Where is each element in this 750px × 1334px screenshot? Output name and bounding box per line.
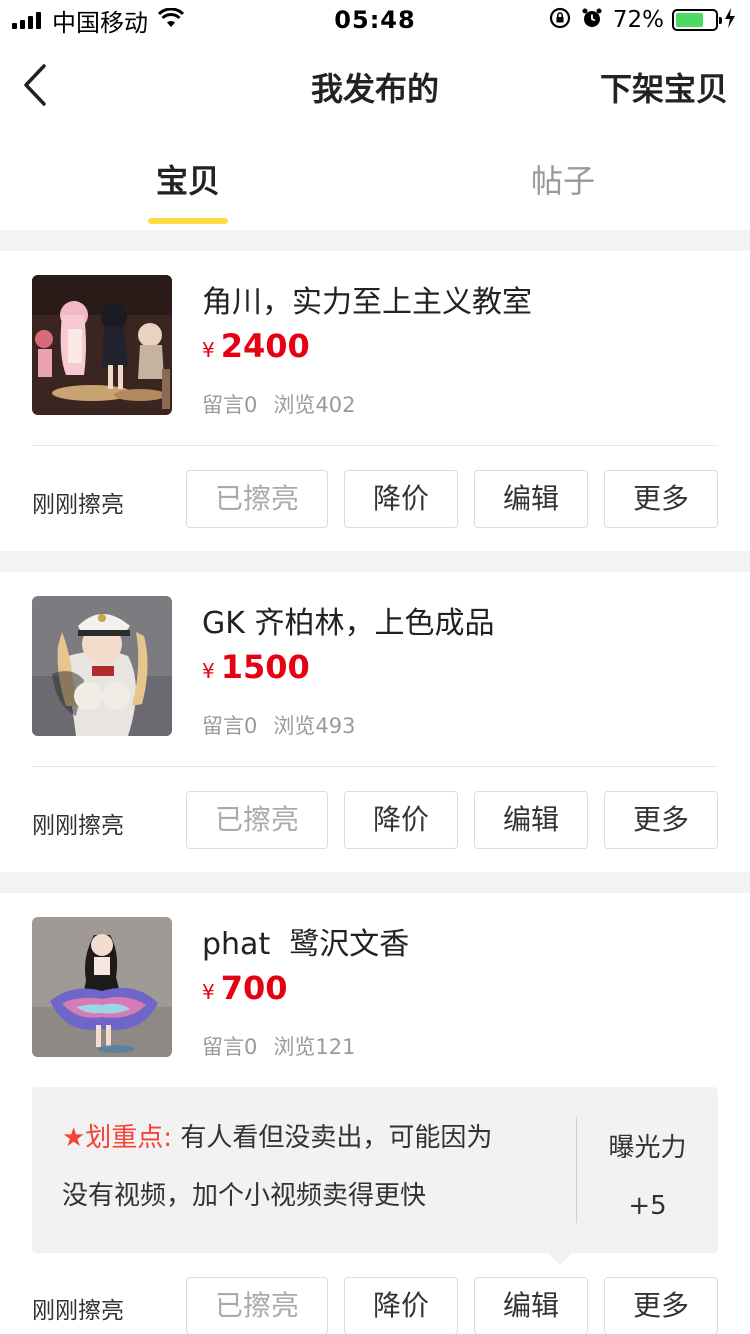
edit-button[interactable]: 编辑 bbox=[474, 791, 588, 849]
item-price: ¥1500 bbox=[202, 648, 310, 686]
tip-text: ★划重点: 有人看但没卖出，可能因为 没有视频，加个小视频卖得更快 bbox=[62, 1109, 562, 1225]
charging-icon bbox=[724, 8, 736, 32]
currency-symbol: ¥ bbox=[202, 659, 215, 683]
item-card[interactable]: 角川，实力至上主义教室 ¥2400 留言0 浏览402 刚刚擦亮 已擦亮 降价 编… bbox=[0, 251, 750, 551]
refreshed-button[interactable]: 已擦亮 bbox=[186, 470, 328, 528]
refresh-status: 刚刚擦亮 bbox=[32, 813, 124, 839]
more-button[interactable]: 更多 bbox=[604, 791, 718, 849]
item-title[interactable]: GK 齐柏林，上色成品 bbox=[202, 598, 494, 642]
refresh-status: 刚刚擦亮 bbox=[32, 492, 124, 518]
item-stats: 留言0 浏览121 bbox=[202, 1031, 355, 1061]
exposure-value: +5 bbox=[628, 1191, 667, 1221]
tab-indicator bbox=[148, 218, 228, 224]
refreshed-button[interactable]: 已擦亮 bbox=[186, 791, 328, 849]
item-price: ¥700 bbox=[202, 969, 288, 1007]
exposure-label: 曝光力 bbox=[608, 1133, 687, 1163]
exposure-boost[interactable]: 曝光力 +5 bbox=[577, 1119, 718, 1235]
item-thumbnail[interactable] bbox=[32, 596, 172, 736]
battery-icon bbox=[672, 9, 722, 31]
tip-line-2: 没有视频，加个小视频卖得更快 bbox=[62, 1181, 427, 1211]
refreshed-button[interactable]: 已擦亮 bbox=[186, 1277, 328, 1334]
price-value: 1500 bbox=[220, 648, 310, 686]
item-card[interactable]: phat 鹭沢文香 ¥700 留言0 浏览121 ★划重点: 有人看但没卖出，可能… bbox=[0, 893, 750, 1334]
delist-button[interactable]: 下架宝贝 bbox=[600, 64, 728, 110]
edit-button[interactable]: 编辑 bbox=[474, 470, 588, 528]
price-value: 2400 bbox=[220, 327, 310, 365]
rotation-lock-icon bbox=[549, 7, 571, 33]
item-card[interactable]: GK 齐柏林，上色成品 ¥1500 留言0 浏览493 刚刚擦亮 已擦亮 降价 编… bbox=[0, 572, 750, 872]
divider bbox=[32, 766, 718, 767]
tip-line-1: 有人看但没卖出，可能因为 bbox=[180, 1123, 493, 1153]
view-count: 浏览493 bbox=[273, 714, 356, 738]
item-title[interactable]: 角川，实力至上主义教室 bbox=[202, 277, 532, 321]
item-title[interactable]: phat 鹭沢文香 bbox=[202, 919, 409, 963]
divider bbox=[32, 445, 718, 446]
currency-symbol: ¥ bbox=[202, 338, 215, 362]
tab-bar: 宝贝 帖子 bbox=[0, 130, 750, 230]
item-thumbnail[interactable] bbox=[32, 275, 172, 415]
item-stats: 留言0 浏览402 bbox=[202, 389, 355, 419]
currency-symbol: ¥ bbox=[202, 980, 215, 1004]
status-bar: 中国移动 05:48 72% bbox=[0, 0, 750, 40]
tip-key: ★划重点: bbox=[62, 1123, 173, 1153]
tip-box[interactable]: ★划重点: 有人看但没卖出，可能因为 没有视频，加个小视频卖得更快 曝光力 +5 bbox=[32, 1087, 718, 1265]
nav-bar: 我发布的 下架宝贝 bbox=[0, 40, 750, 130]
more-button[interactable]: 更多 bbox=[604, 470, 718, 528]
battery-percent: 72% bbox=[612, 7, 664, 33]
more-button[interactable]: 更多 bbox=[604, 1277, 718, 1334]
edit-button[interactable]: 编辑 bbox=[474, 1277, 588, 1334]
item-stats: 留言0 浏览493 bbox=[202, 710, 355, 740]
refresh-status: 刚刚擦亮 bbox=[32, 1298, 124, 1324]
item-price: ¥2400 bbox=[202, 327, 310, 365]
reduce-price-button[interactable]: 降价 bbox=[344, 1277, 458, 1334]
tip-pointer bbox=[548, 1253, 572, 1265]
reduce-price-button[interactable]: 降价 bbox=[344, 470, 458, 528]
tab-items[interactable]: 宝贝 bbox=[88, 156, 288, 202]
tab-posts[interactable]: 帖子 bbox=[463, 156, 663, 202]
alarm-icon bbox=[581, 7, 603, 33]
reduce-price-button[interactable]: 降价 bbox=[344, 791, 458, 849]
comment-count: 留言0 bbox=[202, 714, 258, 738]
comment-count: 留言0 bbox=[202, 393, 258, 417]
view-count: 浏览121 bbox=[273, 1035, 356, 1059]
view-count: 浏览402 bbox=[273, 393, 356, 417]
item-thumbnail[interactable] bbox=[32, 917, 172, 1057]
comment-count: 留言0 bbox=[202, 1035, 258, 1059]
price-value: 700 bbox=[220, 969, 288, 1007]
